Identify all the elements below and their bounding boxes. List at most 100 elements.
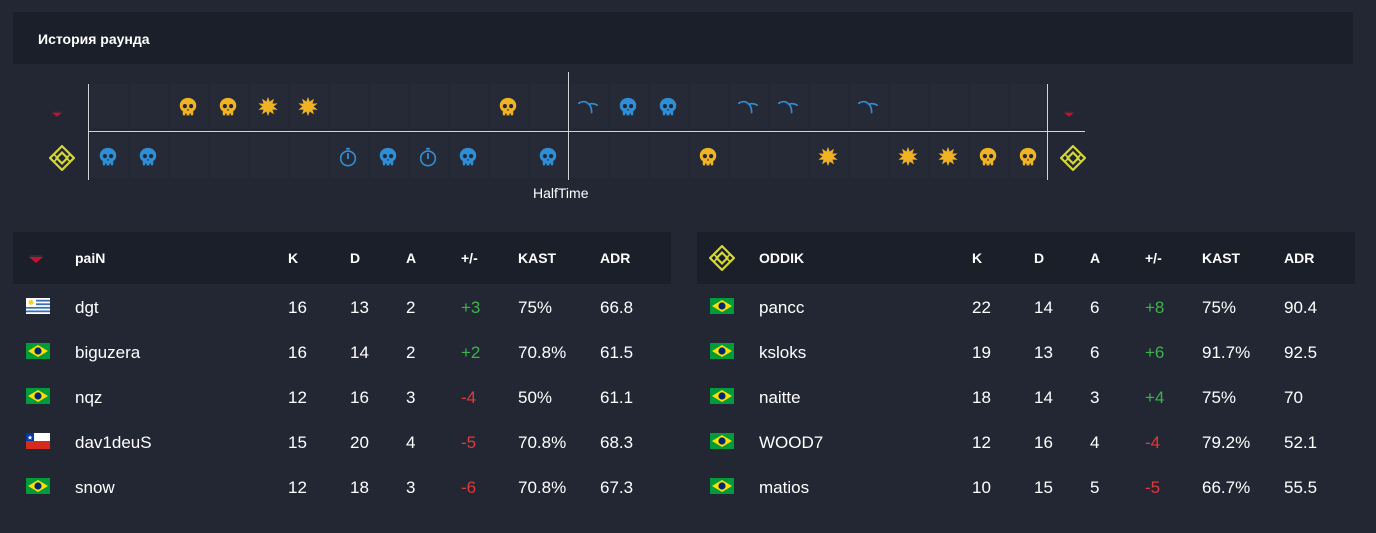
timeline-cell	[250, 134, 288, 178]
stat-assists: 3	[406, 478, 416, 497]
stat-plus-minus: +6	[1145, 343, 1165, 362]
player-name[interactable]: matios	[759, 478, 809, 498]
player-row[interactable]: ksloks 19 13 6 +6 91.7% 92.5	[697, 329, 1355, 374]
pain-logo-icon	[25, 252, 47, 271]
stat-plus-minus: +4	[1145, 388, 1165, 407]
scissors-icon	[568, 87, 608, 127]
timeline-cell	[810, 84, 848, 128]
player-row[interactable]: WOOD7 12 16 4 -4 79.2% 52.1	[697, 419, 1355, 464]
explosion-icon	[808, 137, 848, 177]
timeline-cell	[330, 84, 368, 128]
pain-logo-icon	[50, 106, 64, 124]
player-name[interactable]: dav1deuS	[75, 433, 152, 453]
stat-assists: 6	[1090, 343, 1100, 362]
stat-plus-minus: -5	[1145, 478, 1161, 497]
stat-plus-minus: -4	[461, 388, 477, 407]
stat-adr: 55.5	[1284, 478, 1318, 497]
stat-kast: 79.2%	[1202, 433, 1251, 452]
stat-plus-minus: +3	[461, 298, 481, 317]
skull-icon	[688, 137, 728, 177]
skull-icon	[128, 137, 168, 177]
skull-icon	[168, 87, 208, 127]
skull-icon	[88, 137, 128, 177]
stat-adr: 70	[1284, 388, 1303, 407]
timeline-cell	[530, 84, 568, 128]
stat-deaths: 16	[1034, 433, 1053, 452]
player-row[interactable]: snow 12 18 3 -6 70.8% 67.3	[13, 464, 671, 509]
stat-deaths: 15	[1034, 478, 1053, 497]
player-row[interactable]: dav1deuS 15 20 4 -5 70.8% 68.3	[13, 419, 671, 464]
player-name[interactable]: naitte	[759, 388, 801, 408]
stat-deaths: 20	[350, 433, 369, 452]
explosion-icon	[248, 87, 288, 127]
stat-kast: 75%	[518, 298, 553, 317]
timeline-cell	[970, 84, 1008, 128]
round-timeline	[0, 0, 1376, 215]
stat-adr: 61.5	[600, 343, 634, 362]
stat-kast: 66.7%	[1202, 478, 1251, 497]
column-header-kast: KAST	[518, 250, 557, 266]
stat-assists: 4	[1090, 433, 1100, 452]
player-name[interactable]: dgt	[75, 298, 99, 318]
stat-deaths: 14	[350, 343, 369, 362]
stat-adr: 61.1	[600, 388, 634, 407]
player-row[interactable]: pancc 22 14 6 +8 75% 90.4	[697, 284, 1355, 329]
player-row[interactable]: matios 10 15 5 -5 66.7% 55.5	[697, 464, 1355, 509]
stat-assists: 5	[1090, 478, 1100, 497]
player-name[interactable]: pancc	[759, 298, 804, 318]
table-header: ODDIK K D A +/- KAST ADR	[697, 232, 1355, 284]
player-row[interactable]: nqz 12 16 3 -4 50% 61.1	[13, 374, 671, 419]
player-row[interactable]: naitte 18 14 3 +4 75% 70	[697, 374, 1355, 419]
skull-icon	[208, 87, 248, 127]
scissors-icon	[768, 87, 808, 127]
stat-assists: 2	[406, 298, 416, 317]
timeline-cell	[1010, 84, 1048, 128]
stat-adr: 92.5	[1284, 343, 1318, 362]
player-row[interactable]: biguzera 16 14 2 +2 70.8% 61.5	[13, 329, 671, 374]
column-header-plus-minus: +/-	[1145, 250, 1162, 266]
stat-kills: 12	[972, 433, 991, 452]
stat-kills: 18	[972, 388, 991, 407]
stat-assists: 2	[406, 343, 416, 362]
timer-icon	[408, 137, 448, 177]
flag-br-icon	[710, 298, 734, 314]
timeline-cell	[850, 134, 888, 178]
column-header-deaths: D	[350, 250, 361, 266]
stat-kills: 10	[972, 478, 991, 497]
stat-plus-minus: -6	[461, 478, 477, 497]
skull-icon	[968, 137, 1008, 177]
timeline-cell	[730, 134, 768, 178]
timeline-cell	[770, 134, 808, 178]
stat-kills: 22	[972, 298, 991, 317]
oddik-logo-icon	[708, 244, 736, 276]
player-name[interactable]: nqz	[75, 388, 102, 408]
column-header-kast: KAST	[1202, 250, 1241, 266]
skull-icon	[528, 137, 568, 177]
oddik-logo-icon	[1059, 144, 1087, 176]
stat-kast: 70.8%	[518, 478, 567, 497]
column-header-deaths: D	[1034, 250, 1045, 266]
player-name[interactable]: ksloks	[759, 343, 806, 363]
timeline-cell	[410, 84, 448, 128]
timeline-cell	[170, 134, 208, 178]
stat-kast: 75%	[1202, 298, 1237, 317]
stat-plus-minus: -5	[461, 433, 477, 452]
stat-kast: 75%	[1202, 388, 1237, 407]
player-row[interactable]: dgt 16 13 2 +3 75% 66.8	[13, 284, 671, 329]
player-name[interactable]: snow	[75, 478, 115, 498]
skull-icon	[1008, 137, 1048, 177]
stat-kills: 12	[288, 388, 307, 407]
stat-kills: 16	[288, 343, 307, 362]
stat-kast: 70.8%	[518, 433, 567, 452]
stat-kast: 50%	[518, 388, 553, 407]
stat-adr: 52.1	[1284, 433, 1318, 452]
column-header-assists: A	[1090, 250, 1101, 266]
stat-deaths: 13	[350, 298, 369, 317]
player-name[interactable]: biguzera	[75, 343, 140, 363]
column-header-kills: K	[288, 250, 299, 266]
flag-br-icon	[26, 478, 50, 494]
player-name[interactable]: WOOD7	[759, 433, 823, 453]
stat-adr: 66.8	[600, 298, 634, 317]
stat-kast: 70.8%	[518, 343, 567, 362]
stat-plus-minus: -4	[1145, 433, 1161, 452]
